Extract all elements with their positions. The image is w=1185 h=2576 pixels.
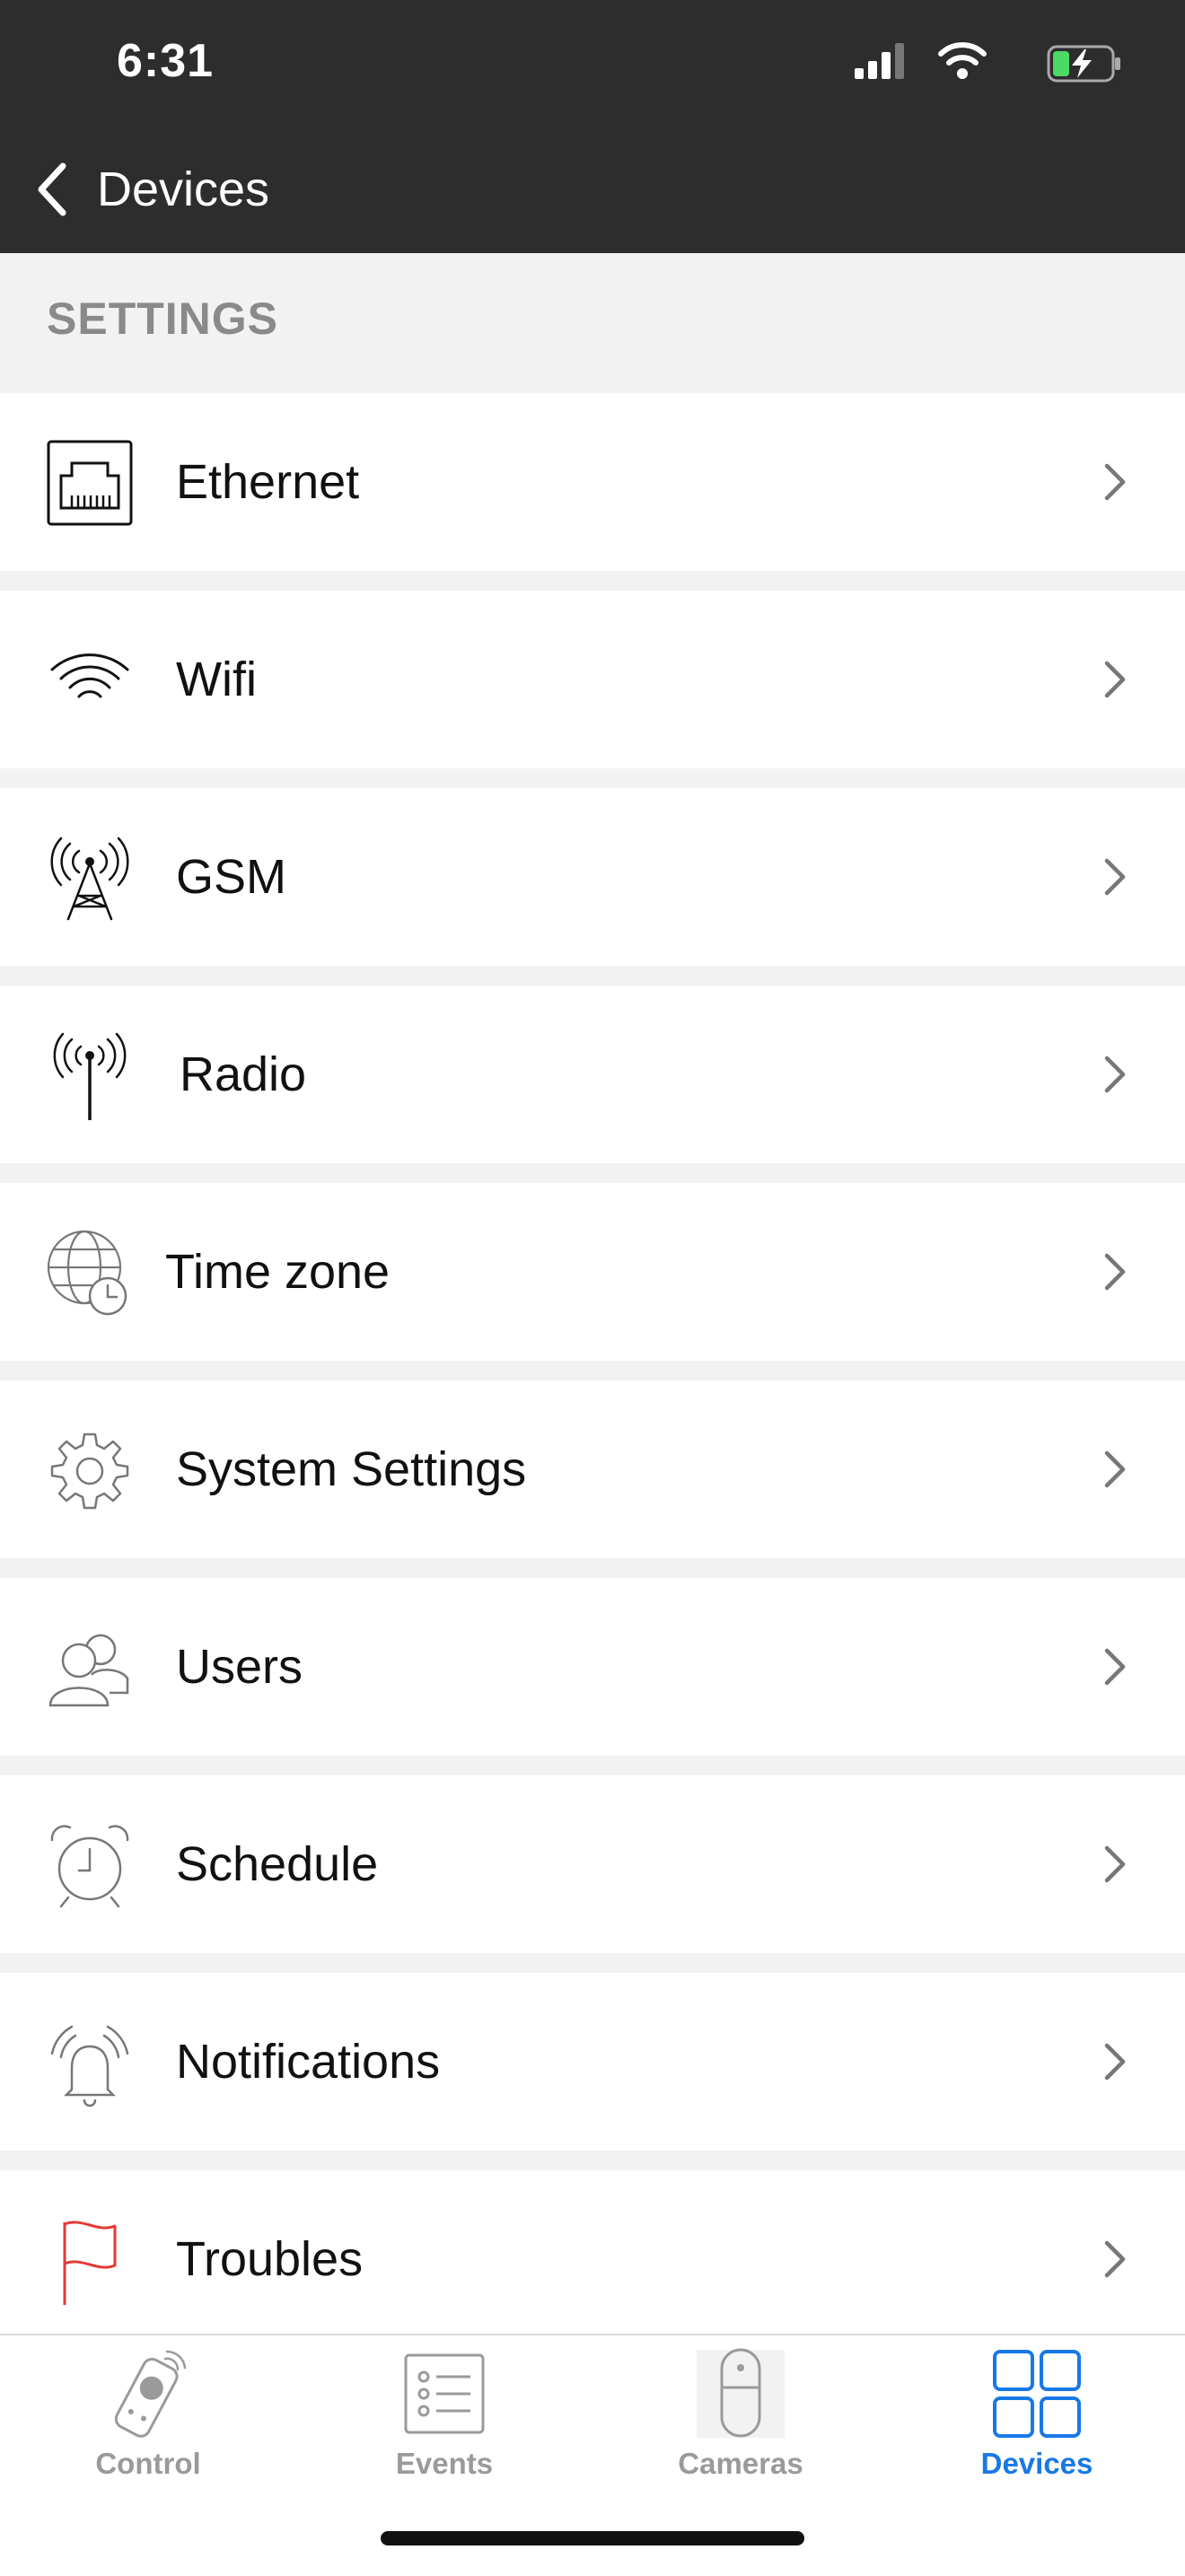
settings-row-label: Time zone [165, 1245, 391, 1299]
status-time: 6:31 [117, 35, 215, 87]
list-icon [404, 2353, 485, 2434]
settings-row-label: Schedule [176, 1837, 379, 1891]
settings-row-label: GSM [176, 850, 287, 904]
users-icon [45, 1623, 135, 1713]
tab-devices[interactable]: Devices [889, 2344, 1185, 2515]
remote-control-icon [114, 2350, 187, 2438]
chevron-right-icon [1104, 1845, 1126, 1883]
section-header: SETTINGS [0, 253, 1185, 393]
settings-row-time-zone[interactable]: Time zone [0, 1183, 1185, 1361]
settings-row-ethernet[interactable]: Ethernet [0, 393, 1185, 571]
settings-row-label: System Settings [176, 1442, 527, 1496]
settings-row-label: Radio [180, 1047, 307, 1101]
chevron-right-icon [1104, 2043, 1126, 2081]
tab-label: Devices [980, 2447, 1093, 2480]
settings-row-label: Notifications [176, 2035, 441, 2089]
cell-tower-icon [45, 833, 135, 923]
settings-row-system-settings[interactable]: System Settings [0, 1380, 1185, 1558]
tab-cameras[interactable]: Cameras [592, 2344, 889, 2515]
tab-label: Events [395, 2447, 494, 2480]
home-indicator [381, 2531, 804, 2545]
chevron-right-icon [1104, 1648, 1126, 1686]
settings-row-label: Users [176, 1640, 303, 1694]
back-button-label: Devices [97, 162, 270, 216]
tab-label: Control [95, 2447, 201, 2480]
tab-control[interactable]: Control [0, 2344, 296, 2515]
flag-icon [45, 2215, 135, 2305]
radio-antenna-icon [45, 1030, 135, 1120]
battery-charging-icon [1047, 45, 1120, 83]
wifi-icon [45, 635, 135, 725]
wifi-status-icon [938, 42, 987, 79]
ethernet-icon [45, 438, 135, 528]
back-button[interactable]: Devices [34, 158, 269, 221]
settings-row-gsm[interactable]: GSM [0, 788, 1185, 966]
chevron-right-icon [1104, 661, 1126, 698]
section-title: SETTINGS [47, 294, 279, 344]
gear-icon [45, 1425, 135, 1515]
chevron-right-icon [1104, 2240, 1126, 2278]
tab-events[interactable]: Events [296, 2344, 592, 2515]
settings-row-schedule[interactable]: Schedule [0, 1775, 1185, 1953]
chevron-right-icon [1104, 1056, 1126, 1093]
chevron-right-icon [1104, 1450, 1126, 1488]
settings-row-label: Troubles [176, 2232, 364, 2286]
chevron-right-icon [1104, 463, 1126, 501]
chevron-right-icon [1104, 1253, 1126, 1291]
settings-row-notifications[interactable]: Notifications [0, 1973, 1185, 2151]
settings-row-users[interactable]: Users [0, 1578, 1185, 1756]
settings-row-label: Wifi [176, 653, 257, 706]
settings-row-label: Ethernet [176, 455, 360, 509]
app-header: 6:31 Devices [0, 0, 1185, 253]
signal-icon [855, 43, 904, 79]
globe-clock-icon [45, 1228, 135, 1318]
tab-label: Cameras [678, 2447, 803, 2480]
devices-grid-icon [993, 2350, 1081, 2438]
chevron-right-icon [1104, 858, 1126, 896]
settings-row-wifi[interactable]: Wifi [0, 591, 1185, 768]
settings-row-radio[interactable]: Radio [0, 986, 1185, 1163]
camera-icon [697, 2348, 785, 2438]
alarm-clock-icon [45, 1820, 135, 1910]
settings-row-troubles[interactable]: Troubles [0, 2170, 1185, 2334]
bell-icon [45, 2018, 135, 2107]
chevron-left-icon [38, 162, 66, 216]
